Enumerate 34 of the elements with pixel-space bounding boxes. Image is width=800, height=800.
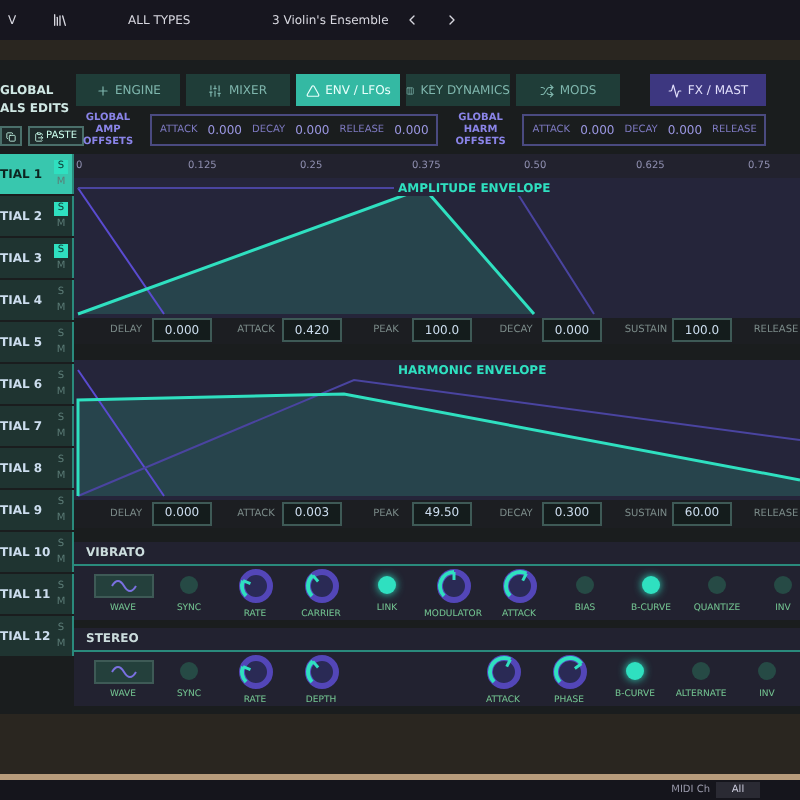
copy-icon bbox=[6, 131, 16, 141]
knob[interactable] bbox=[237, 653, 273, 690]
toggle-button[interactable] bbox=[708, 576, 726, 595]
knob[interactable] bbox=[435, 567, 471, 604]
toggle-button[interactable] bbox=[180, 576, 198, 595]
toggle-button[interactable] bbox=[774, 576, 792, 595]
sine-wave-icon bbox=[109, 579, 137, 592]
engine-tab-icon bbox=[95, 83, 109, 97]
copy-button[interactable] bbox=[0, 126, 22, 146]
previous-icon[interactable] bbox=[404, 12, 420, 28]
wave-button[interactable] bbox=[93, 573, 153, 598]
toggle-button[interactable] bbox=[378, 576, 396, 595]
toggle-button[interactable] bbox=[626, 662, 644, 681]
knob[interactable] bbox=[303, 653, 339, 690]
env-tab-icon bbox=[305, 83, 320, 97]
library-icon[interactable] bbox=[52, 12, 68, 28]
knob[interactable] bbox=[551, 653, 587, 690]
toggle-button[interactable] bbox=[576, 576, 594, 595]
toggle-button[interactable] bbox=[642, 576, 660, 595]
next-icon[interactable] bbox=[444, 12, 460, 28]
mods-tab-icon bbox=[539, 83, 554, 97]
toggle-button[interactable] bbox=[180, 662, 198, 681]
mixer-tab-icon bbox=[208, 83, 223, 97]
keys-tab-icon bbox=[406, 83, 415, 97]
fx-tab-icon bbox=[667, 83, 682, 97]
toggle-button[interactable] bbox=[692, 662, 710, 681]
knob[interactable] bbox=[237, 567, 273, 604]
toggle-button[interactable] bbox=[758, 662, 776, 681]
knob[interactable] bbox=[501, 567, 537, 604]
knob[interactable] bbox=[485, 653, 521, 690]
clipboard-icon bbox=[34, 131, 44, 141]
sine-wave-icon bbox=[109, 665, 137, 678]
knob[interactable] bbox=[303, 567, 339, 604]
wave-button[interactable] bbox=[93, 659, 153, 684]
